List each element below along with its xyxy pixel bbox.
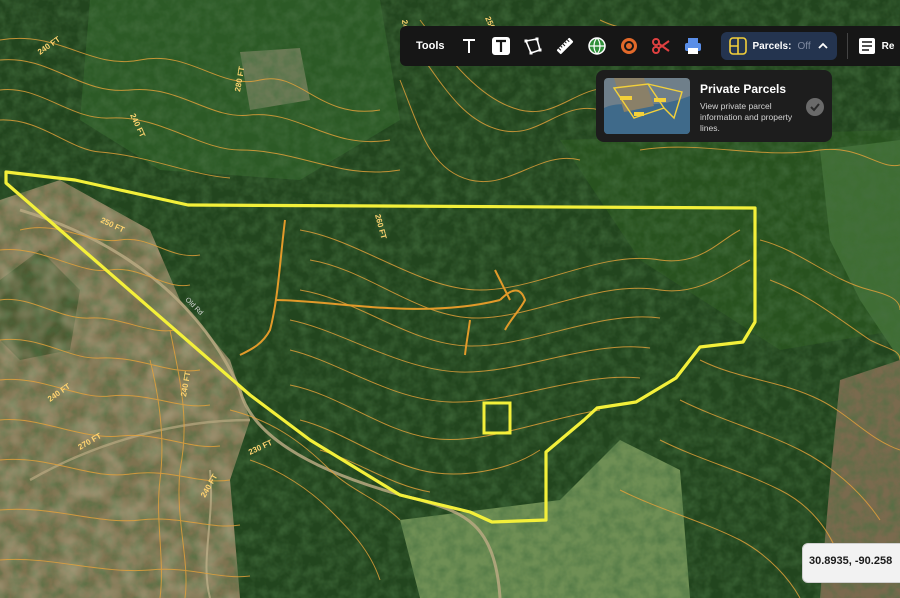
printer-icon bbox=[684, 38, 701, 54]
parcels-label: Parcels: bbox=[752, 40, 792, 52]
report-button[interactable]: Re bbox=[858, 37, 895, 55]
radius-tool-button[interactable] bbox=[613, 30, 645, 62]
ruler-icon bbox=[556, 37, 573, 55]
toolbar-divider bbox=[846, 33, 848, 59]
scissors-icon bbox=[651, 38, 670, 54]
cut-tool-button[interactable] bbox=[645, 30, 677, 62]
measure-tool-button[interactable] bbox=[549, 30, 581, 62]
parcels-toggle-button[interactable]: Parcels: Off bbox=[720, 32, 837, 60]
report-icon bbox=[858, 38, 875, 54]
globe-icon bbox=[587, 37, 606, 55]
print-tool-button[interactable] bbox=[677, 30, 709, 62]
globe-tool-button[interactable] bbox=[581, 30, 613, 62]
tooltip-title: Private Parcels bbox=[700, 82, 787, 96]
checkmark-icon[interactable] bbox=[806, 98, 824, 116]
polygon-tool-button[interactable] bbox=[517, 30, 549, 62]
chevron-up-icon bbox=[817, 42, 828, 49]
parcels-icon bbox=[728, 37, 747, 55]
text-tool-button[interactable] bbox=[453, 30, 485, 62]
text-icon bbox=[462, 39, 475, 53]
report-label: Re bbox=[881, 40, 895, 52]
parcels-preview-image bbox=[604, 78, 690, 134]
polygon-icon bbox=[524, 37, 542, 55]
parcels-state: Off bbox=[797, 40, 811, 52]
tools-label: Tools bbox=[416, 40, 445, 52]
text-box-icon bbox=[491, 37, 510, 55]
coordinates-readout: 30.8935, -90.258 bbox=[802, 543, 900, 583]
private-parcels-tooltip[interactable]: Private Parcels View private parcel info… bbox=[596, 70, 832, 142]
map-toolbar: Tools Parcels: Off Re bbox=[400, 26, 900, 66]
target-icon bbox=[620, 38, 637, 54]
text-box-tool-button[interactable] bbox=[485, 30, 517, 62]
tooltip-description: View private parcel information and prop… bbox=[700, 101, 793, 133]
